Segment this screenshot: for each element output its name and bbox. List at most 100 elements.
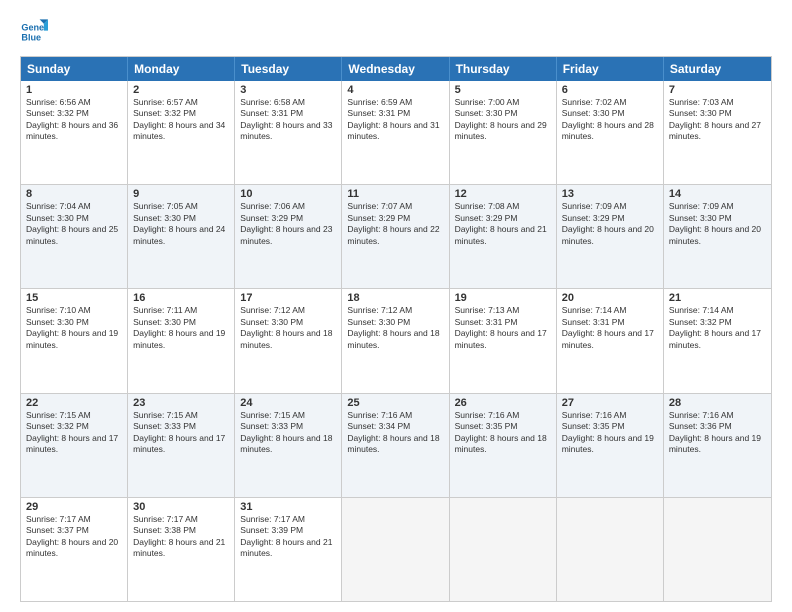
cell-info: Sunrise: 7:14 AMSunset: 3:31 PMDaylight:… [562, 305, 658, 351]
day-number: 20 [562, 292, 658, 304]
table-row: 4 Sunrise: 6:59 AMSunset: 3:31 PMDayligh… [342, 81, 449, 184]
calendar: Sunday Monday Tuesday Wednesday Thursday… [20, 56, 772, 602]
table-row: 7 Sunrise: 7:03 AMSunset: 3:30 PMDayligh… [664, 81, 771, 184]
cell-info: Sunrise: 6:59 AMSunset: 3:31 PMDaylight:… [347, 97, 443, 143]
cell-info: Sunrise: 7:12 AMSunset: 3:30 PMDaylight:… [347, 305, 443, 351]
header-friday: Friday [557, 57, 664, 81]
table-row: 20 Sunrise: 7:14 AMSunset: 3:31 PMDaylig… [557, 289, 664, 392]
table-row [450, 498, 557, 601]
table-row: 1 Sunrise: 6:56 AMSunset: 3:32 PMDayligh… [21, 81, 128, 184]
table-row: 19 Sunrise: 7:13 AMSunset: 3:31 PMDaylig… [450, 289, 557, 392]
header-saturday: Saturday [664, 57, 771, 81]
table-row: 12 Sunrise: 7:08 AMSunset: 3:29 PMDaylig… [450, 185, 557, 288]
cell-info: Sunrise: 7:11 AMSunset: 3:30 PMDaylight:… [133, 305, 229, 351]
table-row: 21 Sunrise: 7:14 AMSunset: 3:32 PMDaylig… [664, 289, 771, 392]
calendar-body: 1 Sunrise: 6:56 AMSunset: 3:32 PMDayligh… [21, 81, 771, 601]
table-row: 23 Sunrise: 7:15 AMSunset: 3:33 PMDaylig… [128, 394, 235, 497]
day-number: 29 [26, 501, 122, 513]
cell-info: Sunrise: 7:16 AMSunset: 3:35 PMDaylight:… [455, 410, 551, 456]
calendar-week-5: 29 Sunrise: 7:17 AMSunset: 3:37 PMDaylig… [21, 497, 771, 601]
svg-text:Blue: Blue [21, 32, 41, 42]
table-row: 27 Sunrise: 7:16 AMSunset: 3:35 PMDaylig… [557, 394, 664, 497]
day-number: 4 [347, 84, 443, 96]
header-thursday: Thursday [450, 57, 557, 81]
header: General Blue [20, 18, 772, 46]
page: General Blue Sunday Monday Tuesday Wedne… [0, 0, 792, 612]
cell-info: Sunrise: 7:07 AMSunset: 3:29 PMDaylight:… [347, 201, 443, 247]
day-number: 19 [455, 292, 551, 304]
cell-info: Sunrise: 7:17 AMSunset: 3:38 PMDaylight:… [133, 514, 229, 560]
logo: General Blue [20, 18, 52, 46]
day-number: 23 [133, 397, 229, 409]
day-number: 17 [240, 292, 336, 304]
cell-info: Sunrise: 7:09 AMSunset: 3:29 PMDaylight:… [562, 201, 658, 247]
day-number: 26 [455, 397, 551, 409]
cell-info: Sunrise: 7:03 AMSunset: 3:30 PMDaylight:… [669, 97, 766, 143]
cell-info: Sunrise: 7:17 AMSunset: 3:39 PMDaylight:… [240, 514, 336, 560]
cell-info: Sunrise: 7:00 AMSunset: 3:30 PMDaylight:… [455, 97, 551, 143]
cell-info: Sunrise: 7:09 AMSunset: 3:30 PMDaylight:… [669, 201, 766, 247]
day-number: 2 [133, 84, 229, 96]
table-row: 17 Sunrise: 7:12 AMSunset: 3:30 PMDaylig… [235, 289, 342, 392]
table-row: 16 Sunrise: 7:11 AMSunset: 3:30 PMDaylig… [128, 289, 235, 392]
day-number: 18 [347, 292, 443, 304]
day-number: 14 [669, 188, 766, 200]
day-number: 31 [240, 501, 336, 513]
calendar-week-2: 8 Sunrise: 7:04 AMSunset: 3:30 PMDayligh… [21, 184, 771, 288]
table-row: 31 Sunrise: 7:17 AMSunset: 3:39 PMDaylig… [235, 498, 342, 601]
table-row: 25 Sunrise: 7:16 AMSunset: 3:34 PMDaylig… [342, 394, 449, 497]
cell-info: Sunrise: 6:57 AMSunset: 3:32 PMDaylight:… [133, 97, 229, 143]
table-row: 11 Sunrise: 7:07 AMSunset: 3:29 PMDaylig… [342, 185, 449, 288]
table-row: 18 Sunrise: 7:12 AMSunset: 3:30 PMDaylig… [342, 289, 449, 392]
day-number: 11 [347, 188, 443, 200]
table-row [557, 498, 664, 601]
day-number: 15 [26, 292, 122, 304]
table-row: 30 Sunrise: 7:17 AMSunset: 3:38 PMDaylig… [128, 498, 235, 601]
day-number: 24 [240, 397, 336, 409]
table-row: 15 Sunrise: 7:10 AMSunset: 3:30 PMDaylig… [21, 289, 128, 392]
table-row: 14 Sunrise: 7:09 AMSunset: 3:30 PMDaylig… [664, 185, 771, 288]
table-row: 29 Sunrise: 7:17 AMSunset: 3:37 PMDaylig… [21, 498, 128, 601]
day-number: 30 [133, 501, 229, 513]
cell-info: Sunrise: 7:16 AMSunset: 3:34 PMDaylight:… [347, 410, 443, 456]
cell-info: Sunrise: 7:17 AMSunset: 3:37 PMDaylight:… [26, 514, 122, 560]
table-row: 13 Sunrise: 7:09 AMSunset: 3:29 PMDaylig… [557, 185, 664, 288]
table-row: 28 Sunrise: 7:16 AMSunset: 3:36 PMDaylig… [664, 394, 771, 497]
table-row: 26 Sunrise: 7:16 AMSunset: 3:35 PMDaylig… [450, 394, 557, 497]
table-row: 10 Sunrise: 7:06 AMSunset: 3:29 PMDaylig… [235, 185, 342, 288]
table-row: 3 Sunrise: 6:58 AMSunset: 3:31 PMDayligh… [235, 81, 342, 184]
cell-info: Sunrise: 7:04 AMSunset: 3:30 PMDaylight:… [26, 201, 122, 247]
cell-info: Sunrise: 7:15 AMSunset: 3:32 PMDaylight:… [26, 410, 122, 456]
header-wednesday: Wednesday [342, 57, 449, 81]
day-number: 8 [26, 188, 122, 200]
day-number: 9 [133, 188, 229, 200]
logo-icon: General Blue [20, 18, 48, 46]
table-row: 2 Sunrise: 6:57 AMSunset: 3:32 PMDayligh… [128, 81, 235, 184]
day-number: 25 [347, 397, 443, 409]
header-tuesday: Tuesday [235, 57, 342, 81]
table-row: 5 Sunrise: 7:00 AMSunset: 3:30 PMDayligh… [450, 81, 557, 184]
header-sunday: Sunday [21, 57, 128, 81]
table-row [342, 498, 449, 601]
table-row [664, 498, 771, 601]
cell-info: Sunrise: 6:56 AMSunset: 3:32 PMDaylight:… [26, 97, 122, 143]
cell-info: Sunrise: 7:08 AMSunset: 3:29 PMDaylight:… [455, 201, 551, 247]
day-number: 1 [26, 84, 122, 96]
day-number: 6 [562, 84, 658, 96]
table-row: 24 Sunrise: 7:15 AMSunset: 3:33 PMDaylig… [235, 394, 342, 497]
day-number: 16 [133, 292, 229, 304]
cell-info: Sunrise: 7:02 AMSunset: 3:30 PMDaylight:… [562, 97, 658, 143]
cell-info: Sunrise: 7:05 AMSunset: 3:30 PMDaylight:… [133, 201, 229, 247]
cell-info: Sunrise: 7:14 AMSunset: 3:32 PMDaylight:… [669, 305, 766, 351]
calendar-week-4: 22 Sunrise: 7:15 AMSunset: 3:32 PMDaylig… [21, 393, 771, 497]
cell-info: Sunrise: 7:16 AMSunset: 3:36 PMDaylight:… [669, 410, 766, 456]
day-number: 27 [562, 397, 658, 409]
day-number: 21 [669, 292, 766, 304]
day-number: 13 [562, 188, 658, 200]
table-row: 8 Sunrise: 7:04 AMSunset: 3:30 PMDayligh… [21, 185, 128, 288]
day-number: 10 [240, 188, 336, 200]
day-number: 28 [669, 397, 766, 409]
table-row: 9 Sunrise: 7:05 AMSunset: 3:30 PMDayligh… [128, 185, 235, 288]
cell-info: Sunrise: 7:16 AMSunset: 3:35 PMDaylight:… [562, 410, 658, 456]
table-row: 6 Sunrise: 7:02 AMSunset: 3:30 PMDayligh… [557, 81, 664, 184]
